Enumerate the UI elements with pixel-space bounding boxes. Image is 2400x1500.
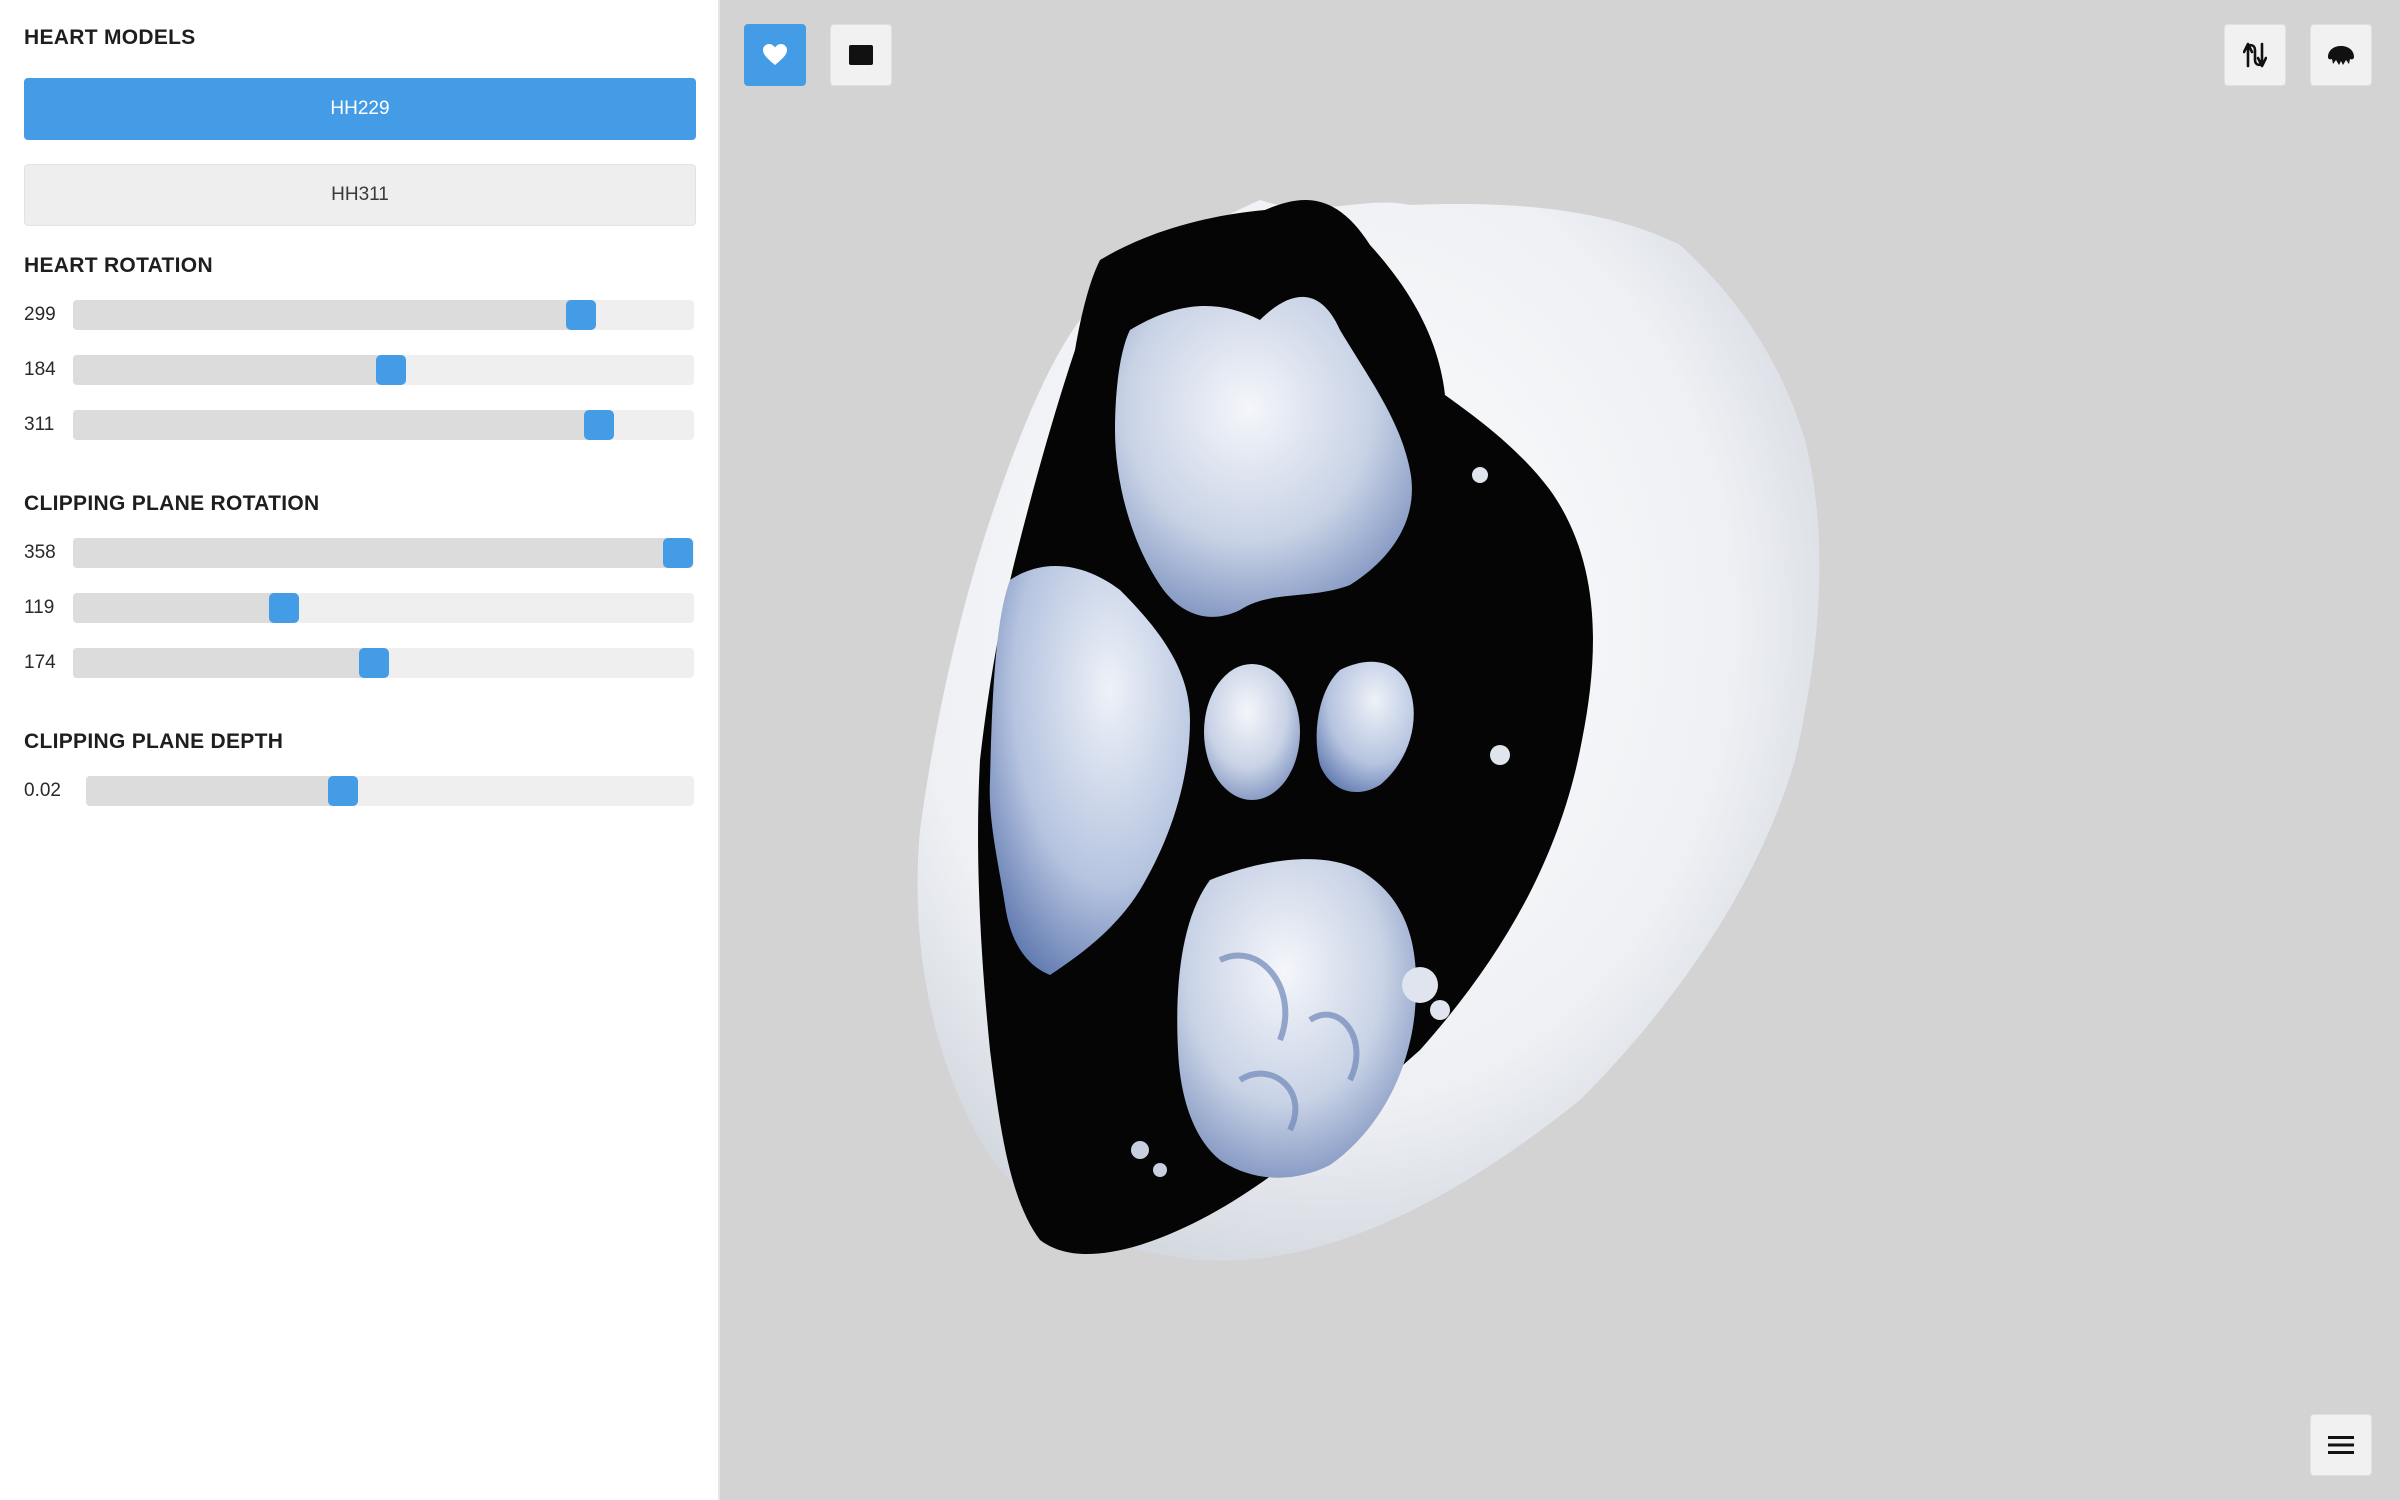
heart-models-title: HEART MODELS: [24, 26, 196, 49]
plane-view-button[interactable]: [830, 24, 892, 86]
anatomy-view-button[interactable]: [2310, 24, 2372, 86]
model-button-hh229[interactable]: HH229: [24, 78, 696, 140]
clipping-rotation-x-slider[interactable]: [73, 538, 694, 568]
slider-value: 119: [24, 597, 55, 618]
small-opening: [1402, 967, 1438, 1003]
slider-value: 174: [24, 652, 56, 673]
slider-thumb[interactable]: [663, 538, 694, 568]
slider-fill: [73, 410, 599, 440]
heart-rotation-x-slider[interactable]: [73, 300, 694, 330]
slider-thumb[interactable]: [269, 593, 300, 623]
menu-button[interactable]: [2310, 1414, 2372, 1476]
slider-thumb[interactable]: [328, 776, 359, 806]
clipping-rotation-z-slider[interactable]: [73, 648, 694, 678]
slider-thumb[interactable]: [359, 648, 390, 678]
heart-rotation-z-row: 311: [24, 410, 694, 440]
heart-icon: [763, 44, 787, 65]
heart-rotation-z-slider[interactable]: [73, 410, 694, 440]
slider-value: 358: [24, 542, 56, 563]
small-opening: [1472, 467, 1488, 483]
model-viewport[interactable]: [720, 0, 2400, 1500]
slider-thumb[interactable]: [565, 300, 596, 330]
clipping-rotation-group: CLIPPING PLANE ROTATION 358 119 174: [24, 490, 694, 678]
clipping-rotation-title: CLIPPING PLANE ROTATION: [24, 492, 320, 515]
heart-rotation-title: HEART ROTATION: [24, 254, 213, 277]
slider-fill: [73, 300, 581, 330]
heart-model-render[interactable]: [720, 0, 2400, 1500]
small-opening: [1490, 745, 1510, 765]
heart-rotation-group: HEART ROTATION 299 184 311: [24, 252, 694, 440]
control-sidebar: HEART MODELS HH229 HH311 HEART ROTATION …: [0, 0, 720, 1500]
heart-model-list: HH229 HH311: [24, 78, 696, 226]
slider-fill: [73, 538, 679, 568]
small-opening: [1131, 1141, 1149, 1159]
clipping-depth-row: 0.02: [24, 776, 694, 806]
clipping-rotation-x-row: 358: [24, 538, 694, 568]
slider-value: 0.02: [24, 780, 61, 801]
app-root: HEART MODELS HH229 HH311 HEART ROTATION …: [0, 0, 2400, 1500]
slider-value: 184: [24, 359, 56, 380]
heart-view-button[interactable]: [744, 24, 806, 86]
slider-thumb[interactable]: [583, 410, 614, 440]
heart-rotation-y-slider[interactable]: [73, 355, 694, 385]
heart-rotation-x-row: 299: [24, 300, 694, 330]
vessel-opening: [1204, 664, 1300, 800]
slider-value: 299: [24, 304, 56, 325]
clipping-depth-slider[interactable]: [86, 776, 694, 806]
brain-icon: [2328, 46, 2354, 65]
clipping-rotation-y-row: 119: [24, 593, 694, 623]
slider-value: 311: [24, 414, 55, 435]
flip-arrows-icon: [2243, 42, 2267, 68]
menu-icon: [2328, 1436, 2354, 1454]
slider-fill: [73, 355, 391, 385]
model-button-hh311[interactable]: HH311: [24, 164, 696, 226]
rectangle-icon: [849, 45, 873, 65]
slider-fill: [73, 593, 285, 623]
slider-fill: [86, 776, 344, 806]
slider-thumb[interactable]: [375, 355, 406, 385]
clipping-rotation-z-row: 174: [24, 648, 694, 678]
clipping-depth-title: CLIPPING PLANE DEPTH: [24, 730, 284, 753]
heart-rotation-y-row: 184: [24, 355, 694, 385]
slider-fill: [73, 648, 375, 678]
flip-view-button[interactable]: [2224, 24, 2286, 86]
small-opening: [1153, 1163, 1167, 1177]
small-opening: [1430, 1000, 1450, 1020]
clipping-depth-group: CLIPPING PLANE DEPTH 0.02: [24, 728, 694, 806]
clipping-rotation-y-slider[interactable]: [73, 593, 694, 623]
